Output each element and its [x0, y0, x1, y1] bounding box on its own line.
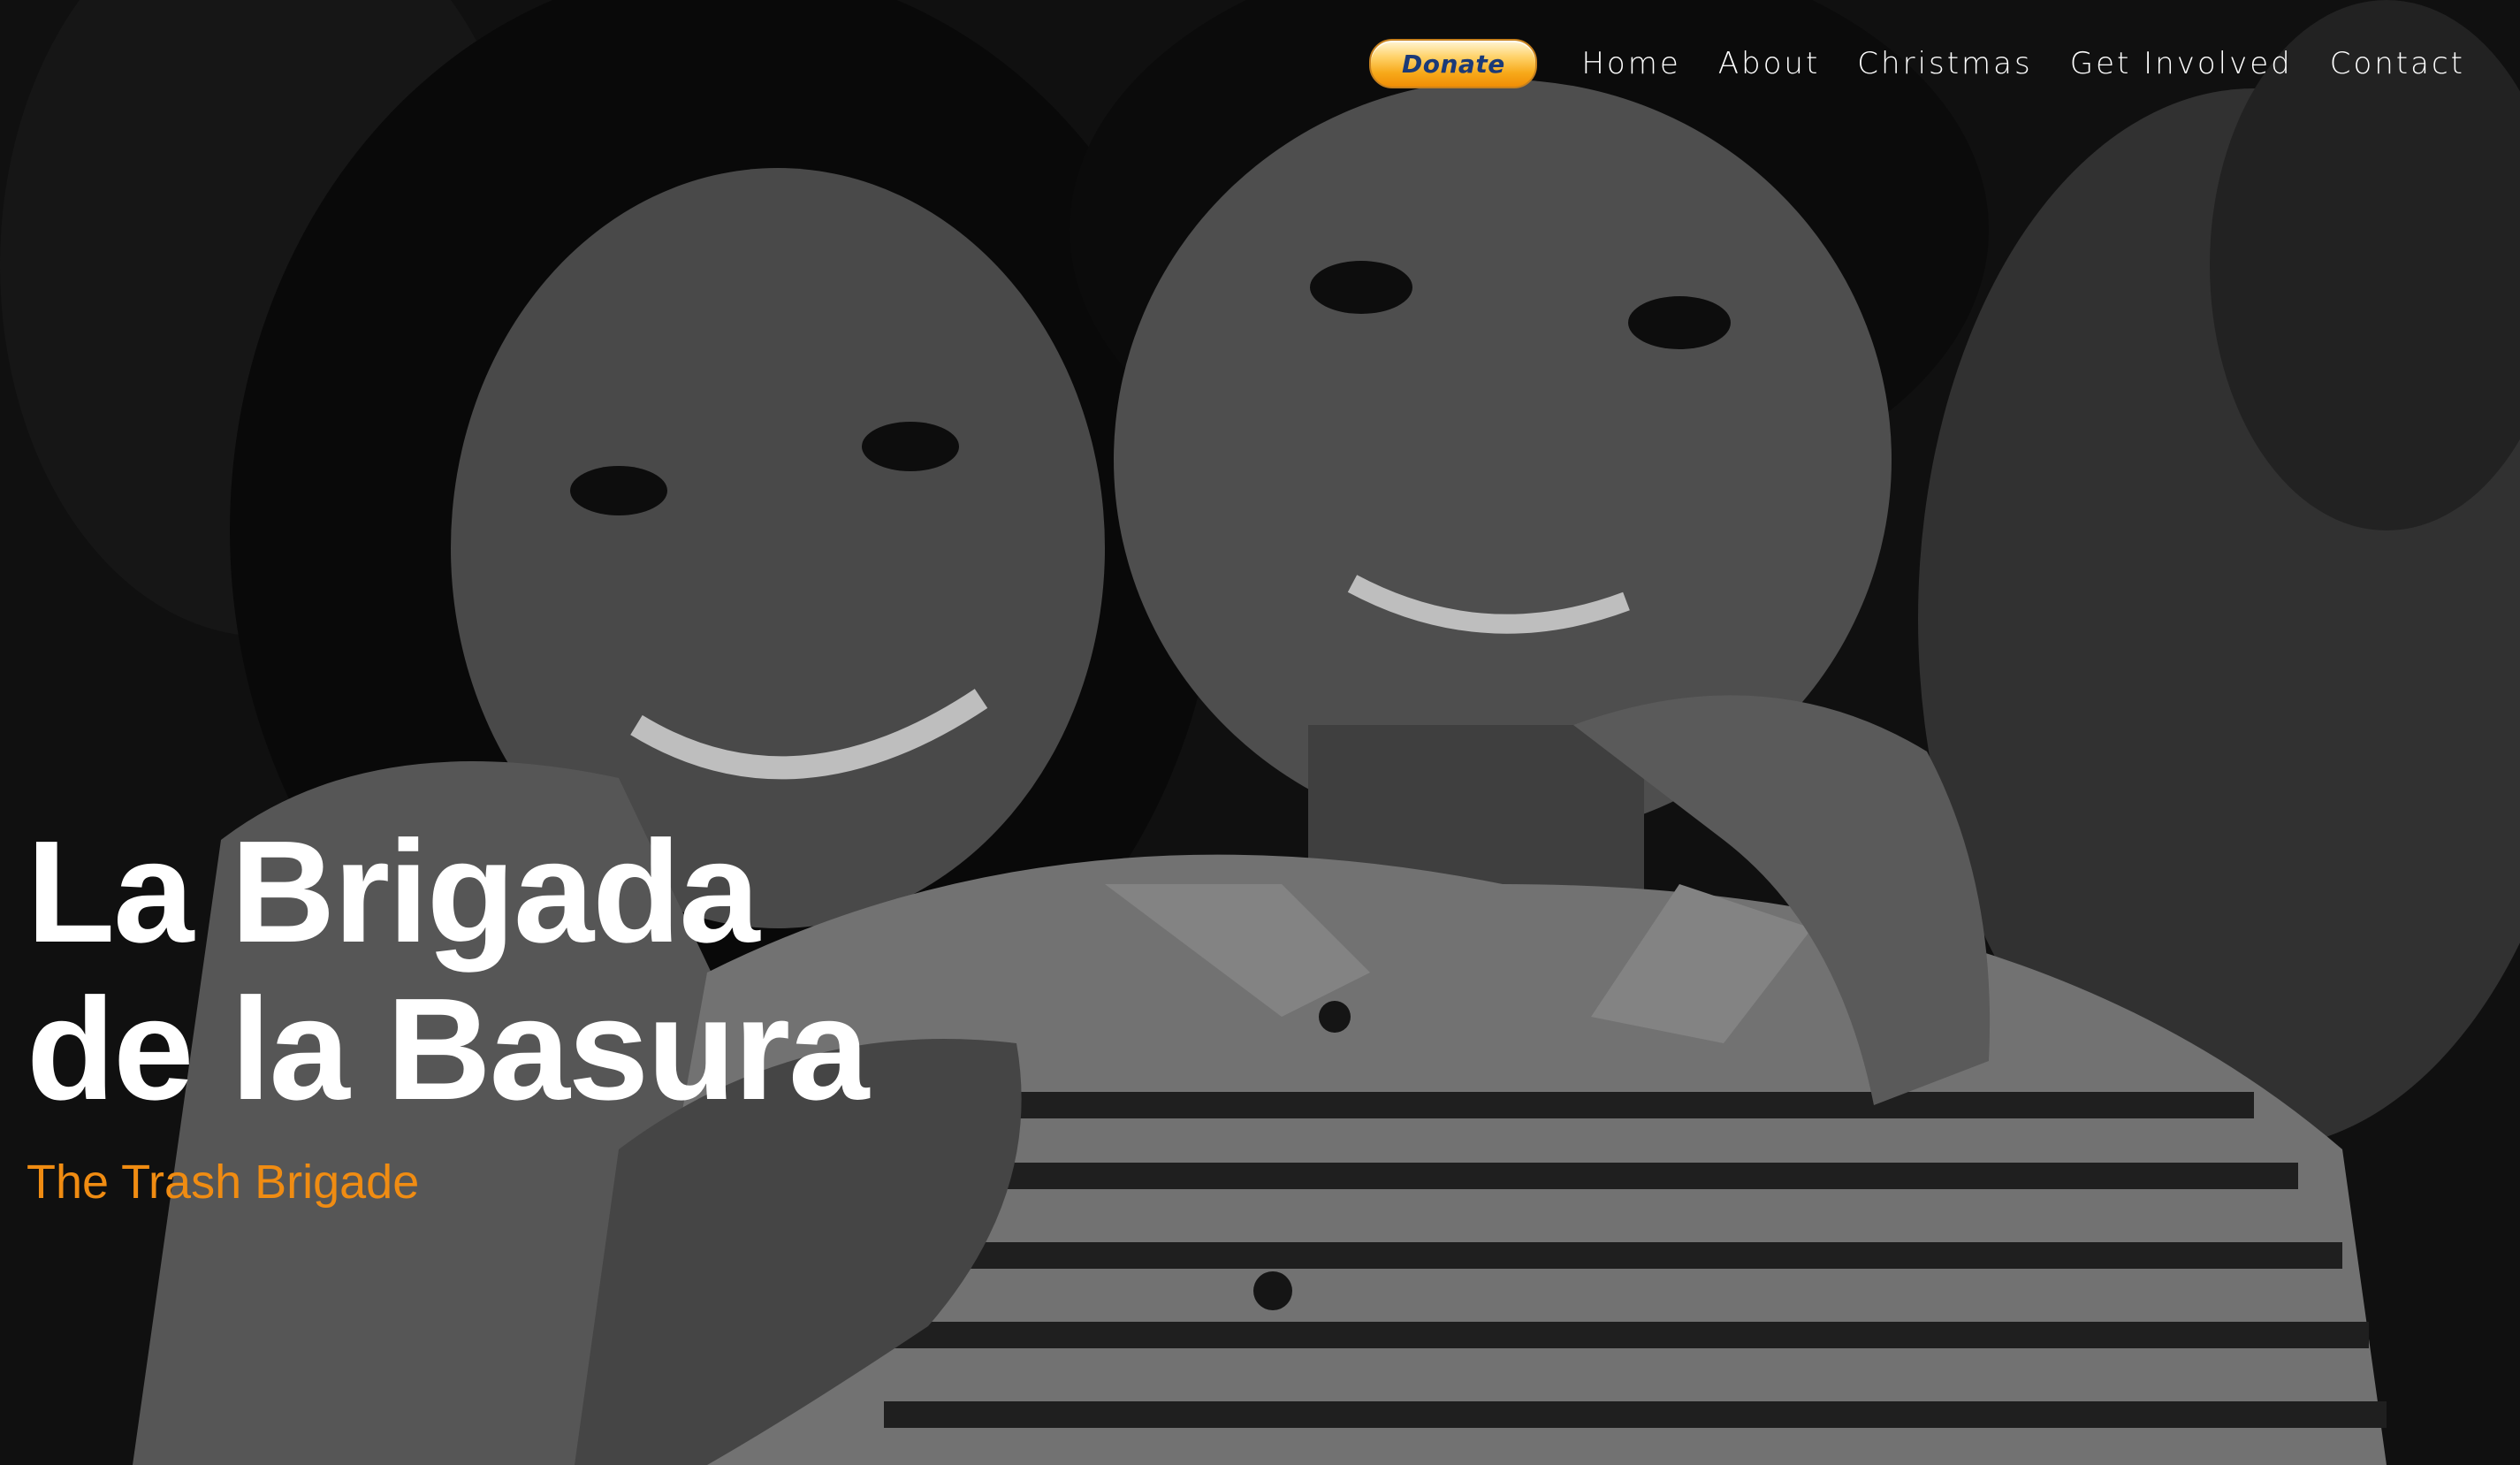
donate-button[interactable]: Donate: [1369, 39, 1538, 88]
nav-item-contact[interactable]: Contact: [2330, 46, 2465, 81]
nav-item-home[interactable]: Home: [1581, 46, 1680, 81]
top-navigation: Donate Home About Christmas Get Involved…: [1369, 39, 2465, 88]
page-title-line-1: La Brigada: [27, 811, 760, 973]
donate-button-label: Donate: [1402, 49, 1505, 79]
nav-item-get-involved[interactable]: Get Involved: [2070, 46, 2293, 81]
photo-overlay: [0, 0, 2520, 1465]
nav-item-about[interactable]: About: [1718, 46, 1821, 81]
page-subtitle: The Trash Brigade: [27, 1156, 420, 1209]
hero-section: Donate Home About Christmas Get Involved…: [0, 0, 2520, 1465]
nav-item-christmas[interactable]: Christmas: [1857, 46, 2032, 81]
page-title-line-2: de la Basura: [27, 968, 869, 1130]
page-title: La Brigada de la Basura: [27, 811, 869, 1130]
